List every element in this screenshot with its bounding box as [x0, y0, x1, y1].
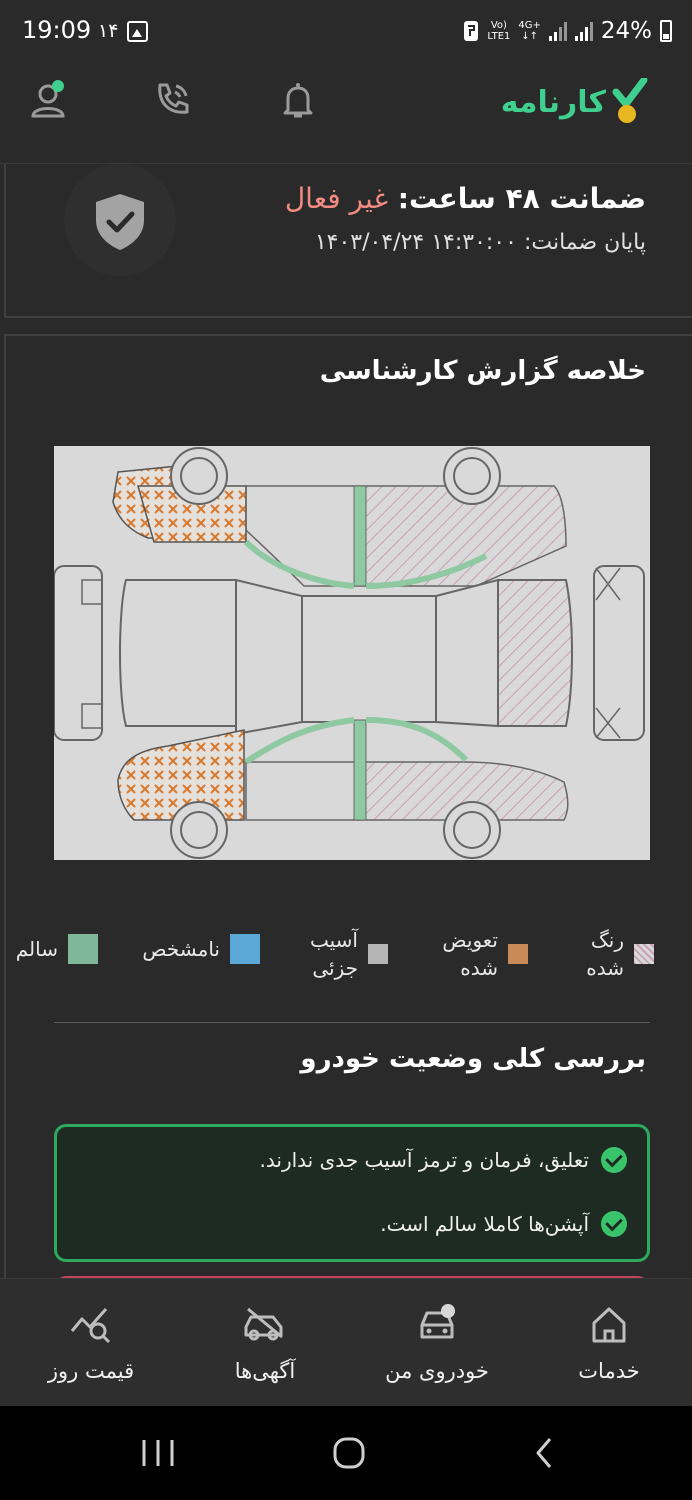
- legend-swatch-minor: [368, 944, 388, 964]
- logo-mark-icon: [612, 78, 648, 123]
- report-title: خلاصه گزارش کارشناسی: [319, 356, 646, 386]
- legend-unknown: نامشخص: [142, 934, 260, 964]
- status-date: ۱۴: [98, 20, 119, 42]
- status-bar: 19:09 ۱۴ Vo) LTE1 4G+ ↓↑ 24%: [0, 0, 692, 64]
- check-item: تعلیق، فرمان و ترمز آسیب جدی ندارند.: [260, 1147, 627, 1173]
- nav-my-car[interactable]: خودروی من: [362, 1301, 512, 1397]
- volte-indicator: Vo) LTE1: [487, 20, 511, 42]
- nav-ads[interactable]: آگهی‌ها: [190, 1301, 340, 1397]
- legend-healthy: سالم: [16, 934, 98, 964]
- legend-swatch-unknown: [230, 934, 260, 964]
- shield-badge: [64, 164, 176, 276]
- bottom-navigation: خدمات خودروی من آگهی‌ها قیمت روز: [0, 1278, 692, 1406]
- damage-legend: رنگ شده تعویض شده آسیب جزئی نامشخص سالم: [2, 926, 692, 996]
- brand-logo[interactable]: کارنامه: [501, 77, 648, 127]
- car-top-side-view: [112, 447, 567, 589]
- guarantee-status: غیر فعال: [284, 182, 389, 215]
- check-item: آپشن‌ها کاملا سالم است.: [380, 1211, 627, 1237]
- nfc-icon: [464, 21, 479, 41]
- home-button-icon[interactable]: [330, 1436, 370, 1470]
- shield-check-icon: [96, 194, 144, 250]
- check-circle-icon: [601, 1147, 627, 1173]
- status-time: 19:09: [22, 16, 92, 44]
- legend-replaced: تعویض شده: [442, 926, 528, 982]
- battery-percent: 24%: [600, 18, 652, 44]
- report-card: خلاصه گزارش کارشناسی رنگ شده تعویض شده آ…: [4, 334, 692, 1284]
- gallery-notification-icon: [127, 21, 148, 42]
- network-type: 4G+ ↓↑: [518, 20, 541, 42]
- car-bottom-side-view: [117, 717, 569, 859]
- car-roof-view: [54, 565, 645, 741]
- section-divider: [54, 1022, 650, 1023]
- guarantee-end: پایان ضمانت: ۱۴:۳۰:۰۰ ۱۴۰۳/۰۴/۲۴: [314, 230, 646, 255]
- logo-text: کارنامه: [500, 84, 607, 120]
- legend-swatch-healthy: [68, 934, 98, 964]
- legend-swatch-replaced: [508, 944, 528, 964]
- price-chart-icon: [70, 1308, 111, 1344]
- notification-bell-icon[interactable]: [278, 80, 318, 120]
- nav-services[interactable]: خدمات: [534, 1301, 684, 1397]
- check-circle-icon: [601, 1211, 627, 1237]
- nav-daily-price[interactable]: قیمت روز: [16, 1301, 166, 1397]
- legend-swatch-painted: [634, 944, 654, 964]
- guarantee-title: ضمانت ۴۸ ساعت: غیر فعال: [284, 182, 646, 215]
- my-car-icon: [420, 1304, 455, 1339]
- profile-icon[interactable]: [28, 80, 68, 120]
- overview-title: بررسی کلی وضعیت خودرو: [300, 1044, 646, 1074]
- legend-minor-damage: آسیب جزئی: [310, 926, 388, 982]
- status-right: Vo) LTE1 4G+ ↓↑ 24%: [463, 14, 672, 48]
- system-navigation-bar: [0, 1406, 692, 1500]
- support-phone-icon[interactable]: [152, 80, 192, 120]
- overview-checks-box: تعلیق، فرمان و ترمز آسیب جدی ندارند. آپش…: [54, 1124, 650, 1262]
- battery-icon: [660, 20, 672, 42]
- car-damage-diagram[interactable]: [54, 446, 650, 860]
- signal-strength-2-icon: [574, 21, 593, 41]
- recent-apps-icon[interactable]: [138, 1436, 178, 1470]
- car-ads-icon: [244, 1307, 283, 1341]
- back-icon[interactable]: [528, 1436, 562, 1470]
- guarantee-card: ضمانت ۴۸ ساعت: غیر فعال پایان ضمانت: ۱۴:…: [4, 164, 692, 318]
- legend-painted: رنگ شده: [586, 926, 654, 982]
- home-icon: [592, 1307, 626, 1343]
- signal-strength-1-icon: [548, 21, 567, 41]
